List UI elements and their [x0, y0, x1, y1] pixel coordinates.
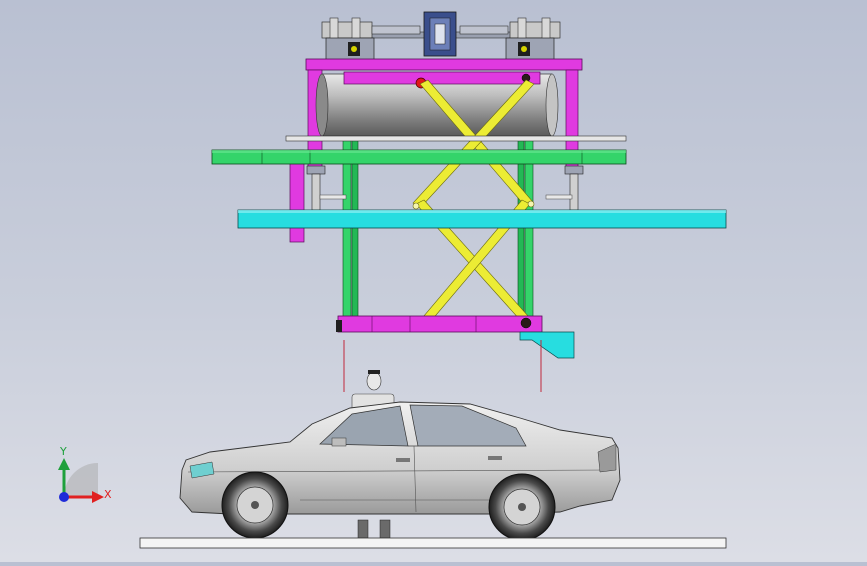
rear-wheel	[488, 473, 556, 541]
front-wheel	[221, 471, 289, 539]
z-axis-dot	[59, 492, 69, 502]
car[interactable]	[179, 401, 621, 541]
model-canvas[interactable]: Y X	[0, 0, 867, 562]
ground-slab	[139, 537, 727, 549]
cyan-platform[interactable]	[237, 209, 727, 229]
coordinate-triad: Y X	[58, 445, 112, 503]
drive-motor-assembly[interactable]	[321, 11, 561, 61]
y-axis-label: Y	[59, 445, 67, 458]
green-platform[interactable]	[211, 135, 627, 165]
cad-viewport[interactable]: Y X	[0, 0, 867, 562]
x-axis-label: X	[104, 488, 112, 501]
